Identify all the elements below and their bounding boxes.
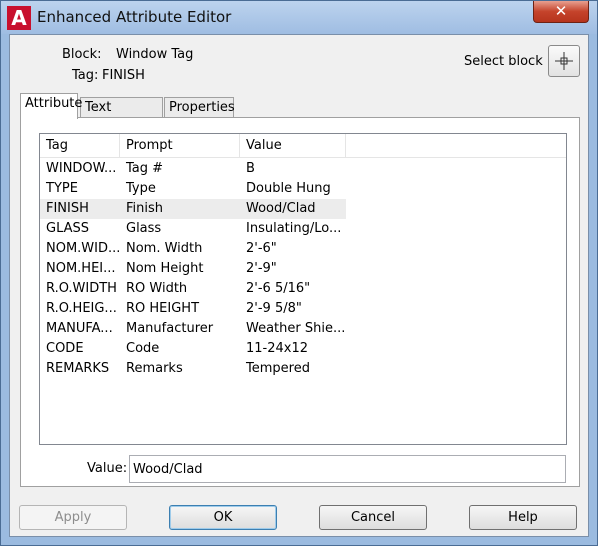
cell-value: Weather Shie...	[246, 321, 346, 336]
tag-label: Tag:	[72, 68, 99, 83]
title-bar[interactable]: A Enhanced Attribute Editor ✕	[1, 1, 597, 34]
ok-button[interactable]: OK	[169, 505, 277, 530]
table-row[interactable]: CODE Code 11-24x12	[40, 339, 346, 359]
crosshair-pick-icon	[555, 52, 573, 70]
table-row[interactable]: FINISH Finish Wood/Clad	[40, 199, 346, 219]
table-row[interactable]: R.O.HEIG... RO HEIGHT 2'-9 5/8"	[40, 299, 346, 319]
attribute-tab-panel: Tag Prompt Value WINDOW... Tag # B TYPE Type…	[20, 117, 580, 487]
column-header-tag[interactable]: Tag	[40, 134, 120, 158]
table-row[interactable]: TYPE Type Double Hung	[40, 179, 346, 199]
window-title: Enhanced Attribute Editor	[37, 8, 232, 26]
table-row[interactable]: NOM.HEI... Nom Height 2'-9"	[40, 259, 346, 279]
cell-tag: TYPE	[46, 181, 78, 196]
cell-prompt: Tag #	[126, 161, 164, 176]
table-row[interactable]: MANUFA... Manufacturer Weather Shie...	[40, 319, 346, 339]
cell-value: 2'-6"	[246, 241, 277, 256]
cancel-button[interactable]: Cancel	[319, 505, 427, 530]
cell-tag: R.O.WIDTH	[46, 281, 117, 296]
tab-text-options[interactable]: Text Options	[80, 97, 163, 134]
apply-button[interactable]: Apply	[19, 505, 127, 530]
cell-prompt: Nom Height	[126, 261, 204, 276]
cell-prompt: Code	[126, 341, 160, 356]
cell-value: Double Hung	[246, 181, 331, 196]
cell-prompt: Remarks	[126, 361, 183, 376]
cell-tag: R.O.HEIG...	[46, 301, 117, 316]
cell-tag: NOM.HEI...	[46, 261, 116, 276]
cell-value: 2'-9 5/8"	[246, 301, 302, 316]
cell-value: 11-24x12	[246, 341, 309, 356]
list-header: Tag Prompt Value	[40, 134, 566, 158]
cell-tag: GLASS	[46, 221, 90, 236]
block-label: Block:	[62, 47, 102, 62]
cell-tag: MANUFA...	[46, 321, 113, 336]
column-header-prompt[interactable]: Prompt	[120, 134, 240, 158]
block-name: Window Tag	[116, 47, 194, 62]
select-block-label: Select block	[464, 54, 543, 69]
help-button[interactable]: Help	[469, 505, 577, 530]
cell-tag: REMARKS	[46, 361, 110, 376]
cell-prompt: Type	[126, 181, 156, 196]
cell-tag: CODE	[46, 341, 84, 356]
table-row[interactable]: GLASS Glass Insulating/Lo...	[40, 219, 346, 239]
column-header-value[interactable]: Value	[240, 134, 346, 158]
table-row[interactable]: NOM.WID... Nom. Width 2'-6"	[40, 239, 346, 259]
tab-attribute[interactable]: Attribute	[20, 93, 82, 119]
tab-properties[interactable]: Properties	[164, 97, 235, 118]
cell-tag: FINISH	[46, 201, 89, 216]
cell-value: Insulating/Lo...	[246, 221, 342, 236]
value-label: Value:	[87, 461, 128, 476]
cell-value: 2'-9"	[246, 261, 277, 276]
table-row[interactable]: REMARKS Remarks Tempered	[40, 359, 346, 379]
cell-tag: WINDOW...	[46, 161, 117, 176]
cell-value: B	[246, 161, 255, 176]
cell-prompt: Glass	[126, 221, 162, 236]
cell-value: Tempered	[246, 361, 310, 376]
cell-prompt: Manufacturer	[126, 321, 214, 336]
cell-value: Wood/Clad	[246, 201, 316, 216]
tag-name: FINISH	[102, 68, 145, 83]
dialog-body: Block: Window Tag Tag: FINISH Select blo…	[9, 34, 589, 537]
cell-prompt: Finish	[126, 201, 164, 216]
attribute-list[interactable]: Tag Prompt Value WINDOW... Tag # B TYPE Type…	[39, 133, 567, 445]
dialog-window: A Enhanced Attribute Editor ✕ Block: Win…	[0, 0, 598, 546]
close-button[interactable]: ✕	[533, 1, 589, 23]
table-row[interactable]: R.O.WIDTH RO Width 2'-6 5/16"	[40, 279, 346, 299]
cell-prompt: RO Width	[126, 281, 188, 296]
cell-prompt: Nom. Width	[126, 241, 203, 256]
select-block-button[interactable]	[548, 45, 580, 77]
table-row[interactable]: WINDOW... Tag # B	[40, 159, 346, 179]
cell-prompt: RO HEIGHT	[126, 301, 200, 316]
autocad-logo-icon: A	[7, 6, 31, 30]
cell-value: 2'-6 5/16"	[246, 281, 311, 296]
cell-tag: NOM.WID...	[46, 241, 120, 256]
value-input[interactable]	[129, 455, 566, 483]
